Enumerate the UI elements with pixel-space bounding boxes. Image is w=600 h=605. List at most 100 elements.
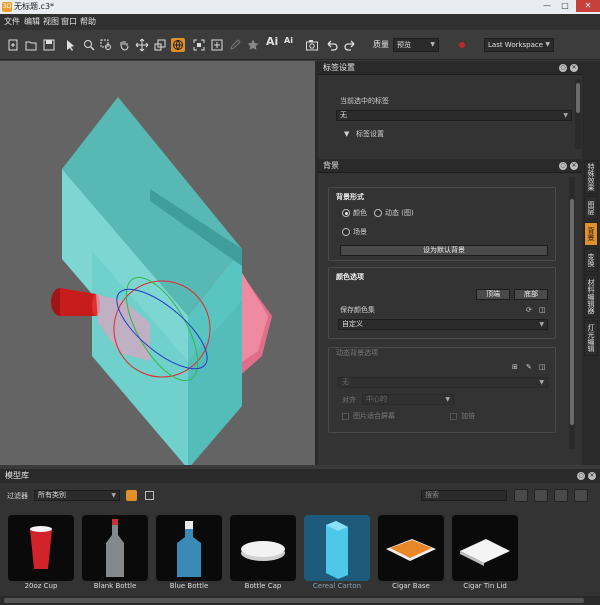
- current-tag-select[interactable]: 无 ▼: [336, 110, 572, 121]
- collapse-icon[interactable]: ○: [559, 162, 567, 170]
- new-file-icon[interactable]: [6, 38, 20, 52]
- model-item-cigar-tin-lid[interactable]: Cigar Tin Lid: [452, 515, 518, 593]
- rotate-icon[interactable]: [171, 38, 185, 52]
- reload-icon[interactable]: ⟳: [526, 306, 532, 315]
- close-icon[interactable]: ✕: [570, 64, 578, 72]
- model-label: Bottle Cap: [244, 582, 282, 590]
- cube-filter-icon[interactable]: [126, 490, 137, 501]
- window-title: 无标题.c3*: [14, 2, 55, 11]
- quality-label: 质量: [373, 40, 389, 49]
- color-set-select[interactable]: 自定义 ▼: [338, 319, 548, 330]
- radio-dynamic-label: 动态 (图): [385, 209, 414, 217]
- model-label: Blank Bottle: [93, 582, 137, 590]
- save-icon[interactable]: [42, 38, 56, 52]
- close-icon[interactable]: ✕: [570, 162, 578, 170]
- redo-icon[interactable]: [343, 38, 357, 52]
- radio-dynamic[interactable]: [374, 209, 382, 217]
- bottom-color-button[interactable]: 底部: [514, 289, 548, 300]
- model-item-20oz-cup[interactable]: 20oz Cup: [8, 515, 74, 593]
- tab-layers[interactable]: 图层: [584, 196, 598, 220]
- ai-text-icon[interactable]: Ai: [266, 36, 278, 47]
- close-button[interactable]: ✕: [576, 0, 600, 12]
- top-color-button[interactable]: 顶端: [476, 289, 510, 300]
- close-icon[interactable]: ✕: [588, 472, 596, 480]
- view-large-icon[interactable]: [514, 489, 528, 502]
- chevron-down-icon: ▼: [563, 112, 568, 119]
- workspace-value: Last Workspace: [488, 41, 544, 49]
- view-small-icon[interactable]: [554, 489, 568, 502]
- radio-scene[interactable]: [342, 228, 350, 236]
- menu-view[interactable]: 视图: [43, 16, 59, 28]
- workspace-select[interactable]: Last Workspace ▼: [484, 38, 554, 52]
- properties-panel: 标签设置 ○ ✕ 当前选中的标签 无 ▼ ▼ 标签设置 背景 ○ ✕ 背景形式 颜…: [318, 61, 582, 465]
- cereal-carton-model: [62, 97, 242, 465]
- menu-edit[interactable]: 编辑: [24, 16, 40, 28]
- model-item-blue-bottle[interactable]: Blue Bottle: [156, 515, 222, 593]
- bg-panel-scrollbar[interactable]: [569, 177, 575, 449]
- model-item-cigar-base[interactable]: Cigar Base: [378, 515, 444, 593]
- view-list-icon[interactable]: [574, 489, 588, 502]
- fit-view-icon[interactable]: [192, 38, 206, 52]
- scale-icon[interactable]: [153, 38, 167, 52]
- tab-special-effects[interactable]: 特殊效果: [584, 160, 598, 194]
- collapse-icon[interactable]: ○: [577, 472, 585, 480]
- chevron-down-icon: ▼: [545, 41, 550, 48]
- radio-color[interactable]: [342, 209, 350, 217]
- zoom-icon[interactable]: [82, 38, 96, 52]
- fit-screen-label: 图片适合屏幕: [353, 412, 395, 420]
- record-icon[interactable]: [456, 38, 468, 52]
- menu-window[interactable]: 窗口: [61, 16, 77, 28]
- move-icon[interactable]: [135, 38, 149, 52]
- trash-icon[interactable]: ◫: [539, 306, 546, 315]
- expand-triangle-icon[interactable]: ▼: [344, 130, 349, 139]
- cube-outline-icon[interactable]: [145, 491, 154, 500]
- trash-icon[interactable]: ◫: [539, 363, 546, 372]
- model-item-bottle-cap[interactable]: Bottle Cap: [230, 515, 296, 593]
- align-label: 对齐: [342, 396, 356, 404]
- chevron-down-icon: ▼: [539, 379, 544, 386]
- blue-bottle-icon: [156, 515, 222, 581]
- maximize-button[interactable]: □: [556, 0, 574, 12]
- tile-label: 加倍: [461, 412, 475, 420]
- tag-panel-header: 标签设置 ○ ✕: [318, 61, 582, 75]
- view-medium-icon[interactable]: [534, 489, 548, 502]
- tab-background[interactable]: 背景: [584, 222, 598, 246]
- camera-icon[interactable]: [305, 38, 319, 52]
- 3d-viewport[interactable]: [0, 61, 315, 465]
- edit-pen-icon[interactable]: ✎: [526, 363, 532, 372]
- add-image-icon[interactable]: ⊞: [512, 363, 518, 372]
- tab-light-editor[interactable]: 灯光编辑: [584, 320, 598, 356]
- side-tabs: 特殊效果 图层 背景 变换 材料编辑器 灯光编辑: [584, 160, 600, 360]
- undo-icon[interactable]: [325, 38, 339, 52]
- model-item-blank-bottle[interactable]: Blank Bottle: [82, 515, 148, 593]
- tab-material-editor[interactable]: 材料编辑器: [584, 274, 598, 318]
- filter-label: 过滤器: [7, 492, 28, 500]
- frame-icon[interactable]: [210, 38, 224, 52]
- model-item-cereal-carton[interactable]: Cereal Carton: [304, 515, 370, 593]
- collapse-icon[interactable]: ○: [559, 64, 567, 72]
- tag-settings-label: 标签设置: [356, 130, 384, 138]
- library-scrollbar[interactable]: [0, 596, 600, 605]
- set-default-bg-button[interactable]: 设为默认背景: [340, 245, 548, 256]
- select-tool-icon[interactable]: [64, 38, 78, 52]
- chevron-down-icon: ▼: [111, 492, 116, 499]
- fit-screen-checkbox: [342, 413, 349, 420]
- ai-export-icon[interactable]: Ai: [284, 36, 293, 46]
- model-label: Cigar Tin Lid: [463, 582, 507, 590]
- minimize-button[interactable]: —: [538, 0, 556, 12]
- quality-select[interactable]: 预览 ▼: [393, 38, 439, 52]
- tag-panel-scrollbar[interactable]: [575, 79, 581, 149]
- model-label: Blue Bottle: [169, 582, 209, 590]
- menu-help[interactable]: 帮助: [80, 16, 96, 28]
- tab-transform[interactable]: 变换: [584, 248, 598, 272]
- dynamic-options-label: 动态背景选项: [336, 349, 378, 357]
- zoom-region-icon[interactable]: [99, 38, 113, 52]
- star-icon[interactable]: [246, 38, 260, 52]
- tin-lid-icon: [452, 515, 518, 581]
- menu-file[interactable]: 文件: [4, 16, 20, 28]
- bottle-cap-icon: [230, 515, 296, 581]
- category-select[interactable]: 所有类别 ▼: [34, 490, 120, 501]
- open-folder-icon[interactable]: [24, 38, 38, 52]
- pan-hand-icon[interactable]: [117, 38, 131, 52]
- library-search-input[interactable]: 搜索: [421, 490, 507, 501]
